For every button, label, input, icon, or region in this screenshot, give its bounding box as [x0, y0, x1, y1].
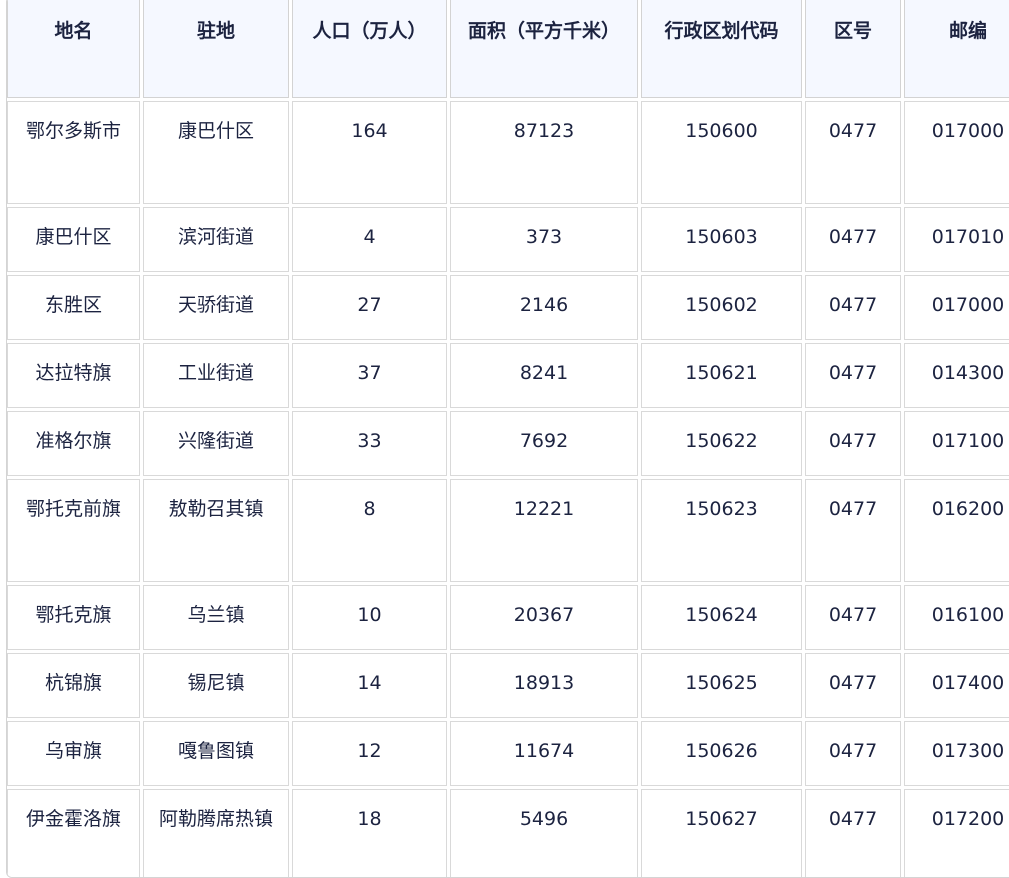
- cell-admin-code: 150602: [641, 275, 802, 340]
- cell-seat: 锡尼镇: [143, 653, 289, 718]
- table-row: 康巴什区 滨河街道 4 373 150603 0477 017010: [7, 207, 1009, 272]
- table-row: 杭锦旗 锡尼镇 14 18913 150625 0477 017400: [7, 653, 1009, 718]
- cell-place-name: 杭锦旗: [7, 653, 140, 718]
- table-row: 鄂托克前旗 敖勒召其镇 8 12221 150623 0477 016200: [7, 479, 1009, 582]
- header-place-name: 地名: [7, 0, 140, 98]
- cell-population: 27: [292, 275, 447, 340]
- cell-area: 2146: [450, 275, 638, 340]
- cell-area-code: 0477: [805, 721, 901, 786]
- cell-population: 33: [292, 411, 447, 476]
- cell-admin-code: 150622: [641, 411, 802, 476]
- cell-place-name: 达拉特旗: [7, 343, 140, 408]
- cell-population: 18: [292, 789, 447, 877]
- cell-area: 11674: [450, 721, 638, 786]
- cell-population: 164: [292, 101, 447, 204]
- cell-place-name: 东胜区: [7, 275, 140, 340]
- cell-place-name: 伊金霍洛旗: [7, 789, 140, 877]
- cell-seat: 康巴什区: [143, 101, 289, 204]
- cell-area-code: 0477: [805, 789, 901, 877]
- table-row: 东胜区 天骄街道 27 2146 150602 0477 017000: [7, 275, 1009, 340]
- header-admin-code: 行政区划代码: [641, 0, 802, 98]
- cell-area: 18913: [450, 653, 638, 718]
- cell-place-name: 乌审旗: [7, 721, 140, 786]
- cell-population: 8: [292, 479, 447, 582]
- cell-postcode: 017200: [904, 789, 1009, 877]
- cell-postcode: 017000: [904, 101, 1009, 204]
- cell-area: 5496: [450, 789, 638, 877]
- cell-admin-code: 150600: [641, 101, 802, 204]
- cell-seat: 乌兰镇: [143, 585, 289, 650]
- cell-seat: 阿勒腾席热镇: [143, 789, 289, 877]
- cell-postcode: 017300: [904, 721, 1009, 786]
- cell-postcode: 017100: [904, 411, 1009, 476]
- cell-place-name: 鄂尔多斯市: [7, 101, 140, 204]
- cell-admin-code: 150626: [641, 721, 802, 786]
- cell-area-code: 0477: [805, 411, 901, 476]
- cell-population: 10: [292, 585, 447, 650]
- cell-area-code: 0477: [805, 343, 901, 408]
- cell-place-name: 鄂托克旗: [7, 585, 140, 650]
- cell-postcode: 016200: [904, 479, 1009, 582]
- cell-area: 12221: [450, 479, 638, 582]
- cell-area: 87123: [450, 101, 638, 204]
- table-row: 伊金霍洛旗 阿勒腾席热镇 18 5496 150627 0477 017200: [7, 789, 1009, 877]
- cell-area: 8241: [450, 343, 638, 408]
- cell-population: 12: [292, 721, 447, 786]
- cell-postcode: 017400: [904, 653, 1009, 718]
- cell-admin-code: 150627: [641, 789, 802, 877]
- cell-area: 20367: [450, 585, 638, 650]
- cell-admin-code: 150624: [641, 585, 802, 650]
- header-area: 面积（平方千米）: [450, 0, 638, 98]
- cell-area-code: 0477: [805, 207, 901, 272]
- cell-admin-code: 150621: [641, 343, 802, 408]
- cell-place-name: 鄂托克前旗: [7, 479, 140, 582]
- cell-postcode: 017010: [904, 207, 1009, 272]
- cell-place-name: 康巴什区: [7, 207, 140, 272]
- cell-area-code: 0477: [805, 479, 901, 582]
- header-postcode: 邮编: [904, 0, 1009, 98]
- cell-admin-code: 150625: [641, 653, 802, 718]
- table-row: 鄂尔多斯市 康巴什区 164 87123 150600 0477 017000: [7, 101, 1009, 204]
- cell-area: 373: [450, 207, 638, 272]
- cell-admin-code: 150603: [641, 207, 802, 272]
- cell-area-code: 0477: [805, 275, 901, 340]
- cell-seat: 天骄街道: [143, 275, 289, 340]
- cell-area: 7692: [450, 411, 638, 476]
- table-header-row: 地名 驻地 人口（万人） 面积（平方千米） 行政区划代码 区号 邮编: [7, 0, 1009, 98]
- cell-place-name: 准格尔旗: [7, 411, 140, 476]
- cell-postcode: 017000: [904, 275, 1009, 340]
- cell-population: 37: [292, 343, 447, 408]
- table-row: 乌审旗 嘎鲁图镇 12 11674 150626 0477 017300: [7, 721, 1009, 786]
- table-row: 达拉特旗 工业街道 37 8241 150621 0477 014300: [7, 343, 1009, 408]
- cell-population: 4: [292, 207, 447, 272]
- cell-postcode: 016100: [904, 585, 1009, 650]
- table-row: 准格尔旗 兴隆街道 33 7692 150622 0477 017100: [7, 411, 1009, 476]
- cell-admin-code: 150623: [641, 479, 802, 582]
- cell-seat: 嘎鲁图镇: [143, 721, 289, 786]
- cell-area-code: 0477: [805, 653, 901, 718]
- cell-seat: 敖勒召其镇: [143, 479, 289, 582]
- cell-area-code: 0477: [805, 585, 901, 650]
- cell-population: 14: [292, 653, 447, 718]
- cell-postcode: 014300: [904, 343, 1009, 408]
- header-seat: 驻地: [143, 0, 289, 98]
- cell-seat: 工业街道: [143, 343, 289, 408]
- cell-seat: 滨河街道: [143, 207, 289, 272]
- data-table: 地名 驻地 人口（万人） 面积（平方千米） 行政区划代码 区号 邮编 鄂尔多斯市…: [7, 0, 1009, 877]
- cell-area-code: 0477: [805, 101, 901, 204]
- data-table-container: 地名 驻地 人口（万人） 面积（平方千米） 行政区划代码 区号 邮编 鄂尔多斯市…: [6, 0, 1009, 878]
- table-row: 鄂托克旗 乌兰镇 10 20367 150624 0477 016100: [7, 585, 1009, 650]
- header-area-code: 区号: [805, 0, 901, 98]
- header-population: 人口（万人）: [292, 0, 447, 98]
- cell-seat: 兴隆街道: [143, 411, 289, 476]
